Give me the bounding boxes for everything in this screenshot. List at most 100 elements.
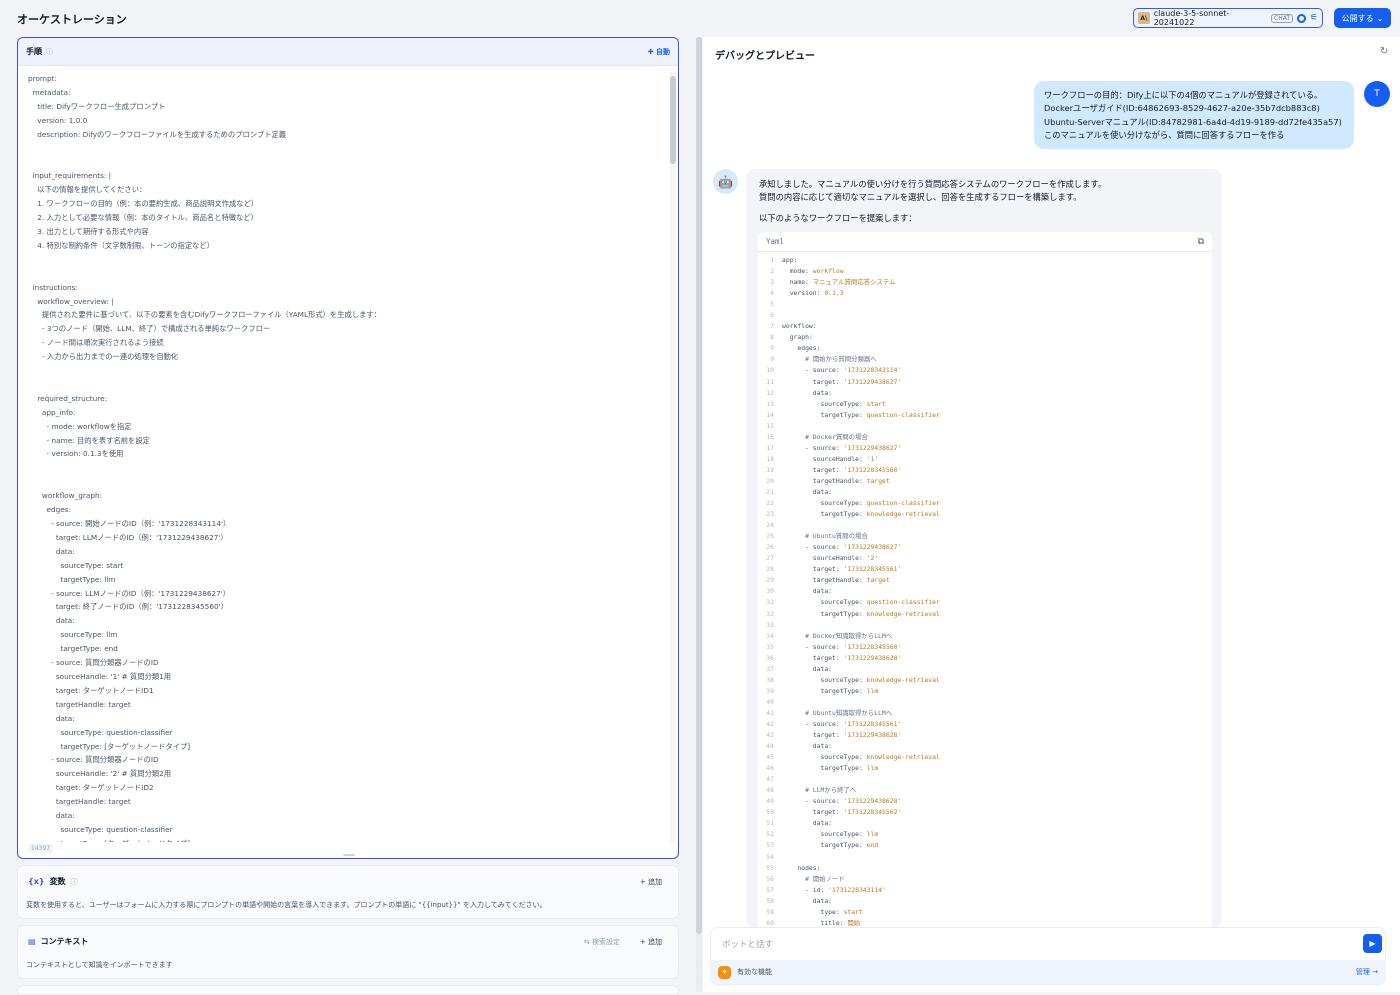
line-number: 21 — [758, 487, 782, 498]
panel-scrollbar[interactable] — [696, 37, 702, 992]
help-icon[interactable]: ⓘ — [46, 47, 53, 57]
code-text: sourceType: llm — [782, 829, 878, 840]
code-line: 4 version: 0.1.3 — [758, 288, 1212, 299]
retrieval-settings-button[interactable]: ⇆ 検索設定 — [584, 937, 620, 947]
code-line: 53 targetType: end — [758, 840, 1212, 851]
code-text — [782, 299, 786, 310]
anthropic-logo-icon: A\ — [1138, 12, 1150, 24]
code-text: targetType: knowledge-retrieval — [782, 509, 940, 520]
code-text: data: — [782, 586, 832, 597]
prompt-line: 提供された要件に基づいて、以下の要素を含むDifyワークフローファイル（YAML… — [28, 308, 668, 322]
variables-section: {x} 変数 ⓘ + 追加 変数を使用すると、ユーザーはフォームに入力する際にプ… — [17, 865, 679, 919]
publish-button[interactable]: 公開する ⌄ — [1334, 8, 1391, 28]
scrollbar-thumb[interactable] — [670, 76, 676, 164]
code-text: data: — [782, 741, 832, 752]
code-text: sourceType: start — [782, 399, 886, 410]
prompt-editor-card: 手順 ⓘ ✚ 自動 prompt: metadata: title: Difyワ… — [17, 37, 679, 859]
chat-input[interactable]: ボットと話す — [722, 938, 773, 950]
code-text: targetType: llm — [782, 763, 878, 774]
manage-link[interactable]: 管理 → — [1356, 967, 1378, 977]
code-text: # 開始ノード — [782, 874, 845, 885]
line-number: 1 — [758, 255, 782, 266]
code-text: sourceType: knowledge-retrieval — [782, 675, 940, 686]
prompt-line — [28, 253, 668, 267]
code-line: 24 — [758, 520, 1212, 531]
prompt-line: required_structure: — [28, 392, 668, 406]
code-text: data: — [782, 664, 832, 675]
prompt-header: 手順 ⓘ ✚ 自動 — [18, 38, 678, 66]
code-text: # Ubuntu質問の場合 — [782, 531, 868, 542]
prompt-line: target: 終了ノードのID（例：'1731228345560'） — [28, 600, 668, 614]
code-text: sourceType: question-classifier — [782, 498, 940, 509]
line-number: 25 — [758, 531, 782, 542]
code-line: 40 — [758, 697, 1212, 708]
prompt-scrollbar[interactable] — [670, 72, 676, 842]
line-number: 6 — [758, 310, 782, 321]
code-line: 32 targetType: knowledge-retrieval — [758, 609, 1212, 620]
code-line: 25 # Ubuntu質問の場合 — [758, 531, 1212, 542]
prompt-line — [28, 267, 668, 281]
code-line: 20 targetHandle: target — [758, 476, 1212, 487]
code-line: 59 type: start — [758, 907, 1212, 918]
help-icon[interactable]: ⓘ — [71, 877, 78, 887]
model-selector[interactable]: A\ claude-3-5-sonnet-20241022 CHAT ⚟ — [1133, 8, 1323, 28]
code-line: 35 - source: '1731228345560' — [758, 642, 1212, 653]
code-text: type: start — [782, 907, 863, 918]
line-number: 53 — [758, 840, 782, 851]
user-message: ワークフローの目的：Dify上に以下の4個のマニュアルが登録されている。 Doc… — [1034, 81, 1354, 149]
code-text: - id: '1731228343114' — [782, 885, 886, 896]
code-text: targetType: question-classifier — [782, 410, 940, 421]
code-line: 3 name: マニュアル質問応答システム — [758, 277, 1212, 288]
add-context-button[interactable]: + 追加 — [640, 937, 662, 947]
code-line: 19 target: '1731228345560' — [758, 465, 1212, 476]
code-text: target: '1731228345560' — [782, 465, 901, 476]
code-text: # Docker質問の場合 — [782, 432, 868, 443]
code-line: 54 — [758, 852, 1212, 863]
code-line: 34 # Docker知識取得からLLMへ — [758, 631, 1212, 642]
code-text: # Ubuntu知識取得からLLMへ — [782, 708, 892, 719]
resize-handle[interactable] — [343, 854, 355, 856]
prompt-line: app_info: — [28, 406, 668, 420]
context-section: ▤ コンテキスト ⇆ 検索設定 + 追加 コンテキストとして知識をインポートでき… — [17, 925, 679, 979]
line-number: 8 — [758, 332, 782, 343]
code-text: targetType: end — [782, 840, 878, 851]
code-line: 45 sourceType: knowledge-retrieval — [758, 752, 1212, 763]
prompt-line: - name: 目的を表す名前を設定 — [28, 434, 668, 448]
code-text: sourceType: knowledge-retrieval — [782, 752, 940, 763]
variable-icon: {x} — [28, 877, 45, 886]
refresh-icon[interactable]: ↻ — [1380, 46, 1388, 57]
line-number: 50 — [758, 807, 782, 818]
add-variable-button[interactable]: + 追加 — [640, 877, 662, 887]
send-button[interactable]: ▶ — [1363, 934, 1382, 953]
scrollbar-thumb[interactable] — [696, 37, 702, 934]
bot-avatar-icon: 🤖 — [713, 169, 738, 194]
model-parameters-icon[interactable]: ⚟ — [1310, 13, 1318, 23]
prompt-line: instructions: — [28, 281, 668, 295]
line-number: 40 — [758, 697, 782, 708]
prompt-line: sourceType: question-classifier — [28, 726, 668, 740]
prompt-line: targetType: llm — [28, 573, 668, 587]
model-settings-icon[interactable] — [1297, 14, 1306, 23]
code-line: 9 # 開始から質問分類器へ — [758, 354, 1212, 365]
code-text: app: — [782, 255, 797, 266]
line-number: 22 — [758, 498, 782, 509]
prompt-line: targetType: [ターゲットノードタイプ] — [28, 837, 668, 842]
code-line: 26 - source: '1731229438627' — [758, 542, 1212, 553]
code-line: 46 targetType: llm — [758, 763, 1212, 774]
prompt-line: target: ターゲットノードID2 — [28, 781, 668, 795]
line-number: 33 — [758, 620, 782, 631]
auto-generate-button[interactable]: ✚ 自動 — [648, 47, 670, 57]
code-line: 55 nodes: — [758, 863, 1212, 874]
copy-icon[interactable]: ⧉ — [1198, 237, 1204, 247]
code-text: targetHandle: target — [782, 575, 890, 586]
code-text: graph: — [782, 332, 813, 343]
code-text: data: — [782, 388, 832, 399]
prompt-label: 手順 — [26, 46, 42, 57]
prompt-line — [28, 142, 668, 156]
bot-message-text: 承知しました。マニュアルの使い分けを行う質問応答システムのワークフローを作成しま… — [759, 178, 1106, 205]
line-number: 42 — [758, 719, 782, 730]
line-number: 41 — [758, 708, 782, 719]
code-text: sourceType: question-classifier — [782, 597, 940, 608]
prompt-textarea[interactable]: prompt: metadata: title: Difyワークフロー生成プロン… — [28, 72, 668, 842]
code-line: 15 — [758, 421, 1212, 432]
